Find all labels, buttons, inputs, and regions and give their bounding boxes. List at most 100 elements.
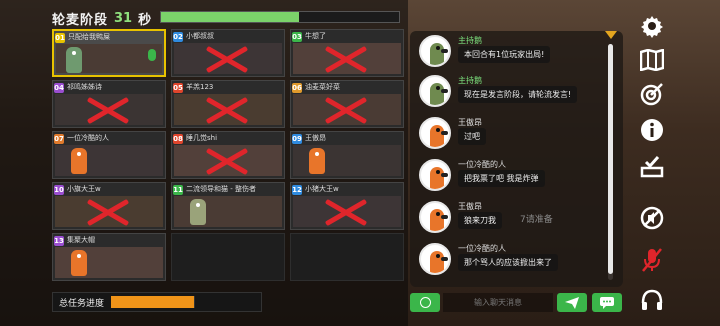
phase-countdown-unit: 秒 [138,12,152,28]
goose-eye [436,46,440,50]
goose-beak [441,89,448,93]
task-progress-label: 总任务进度 [59,298,105,309]
goose-eye [436,254,440,258]
player-slot: 12 小猪大王w [290,182,404,230]
vote-icon [640,156,664,178]
chat-message: 一位冷酷的人 把我票了吧 我是炸弹 [414,159,614,199]
chat-bubble: 现在是发言阶段，请轮流发言! [458,86,578,103]
chat-avatar[interactable] [419,243,451,275]
player-slot: 10 小旗大王w [52,182,166,230]
paper-plane-icon [565,296,579,309]
target-icon [640,83,663,106]
goose-beak [441,131,448,135]
chat-bubble: 把我票了吧 我是炸弹 [458,170,545,187]
eliminated-x-icon [204,146,248,176]
empty-player-slot [171,233,285,281]
chat-sender: 王傲昂 [458,118,482,127]
task-progress-fill [111,296,195,308]
player-number: 01 [55,33,65,43]
player-name: 油麦菜好菜 [305,83,340,91]
chat-avatar[interactable] [419,201,451,233]
collapse-triangle-icon[interactable] [605,31,617,39]
player-slot: 02 小都叔叔 [171,29,285,77]
headphones-icon [641,289,663,310]
player-number: 06 [292,83,302,93]
goose-avatar [66,47,82,73]
goose-eye [436,86,440,90]
settings-button[interactable] [638,12,666,40]
chat-sender: 一位冷酷的人 [458,244,506,253]
speaking-mic-icon [148,49,156,61]
side-toolbar [632,8,672,318]
player-name: 集聚大帽 [67,236,95,244]
info-icon [641,119,663,141]
player-number: 05 [173,83,183,93]
map-button[interactable] [638,46,666,74]
chat-sender: 主持鹅 [458,76,482,85]
player-number: 09 [292,134,302,144]
eliminated-x-icon [85,95,129,125]
goose-eye [196,203,200,207]
microphone-toggle-button[interactable] [638,246,666,274]
goose-eye [436,212,440,216]
chat-avatar[interactable] [419,159,451,191]
ready-notice: 7请准备 [520,215,553,225]
phase-header: 轮麦阶段 31 秒 [52,9,152,28]
vote-button[interactable] [638,152,666,180]
player-name: 羊羔123 [186,83,214,91]
goose-eye [436,170,440,174]
send-button[interactable] [557,293,587,312]
goose-beak [441,173,448,177]
player-name: 二流领导和猫 - 整伤者 [186,185,256,193]
speaker-toggle-button[interactable] [638,204,666,232]
player-slot: 01 只配给我鸭屎 [52,29,166,77]
goose-beak [441,49,448,53]
chat-avatar[interactable] [419,117,451,149]
info-button[interactable] [638,116,666,144]
chat-sender: 王傲昂 [458,202,482,211]
player-number: 03 [292,32,302,42]
player-name: 祁鸣姊姊诗 [67,83,102,91]
quick-chat-button[interactable] [592,293,622,312]
emoji-button[interactable] [410,293,440,312]
phase-countdown: 31 [114,10,133,26]
chat-bubble: 本回合有1位玩家出局! [458,46,551,63]
phase-timer-fill [161,12,300,22]
eliminated-x-icon [85,197,129,227]
mute-speaker-icon [640,206,664,230]
chat-message: 王傲昂 狼来刀我 [414,201,614,241]
goose-avatar [71,148,87,174]
phase-timer-bar [160,11,400,23]
player-slot: 09 王傲昂 [290,131,404,179]
player-name: 小都叔叔 [186,32,214,40]
goose-beak [441,215,448,219]
goose-eye [436,128,440,132]
chat-scrollbar-thumb[interactable] [608,44,613,274]
player-slot: 08 睡几觉shi [171,131,285,179]
player-name: 牛想了 [305,32,326,40]
chat-input[interactable]: 输入聊天消息 [443,293,553,312]
chat-avatar[interactable] [419,75,451,107]
smiley-icon [419,297,431,308]
player-slot: 07 一位冷酷的人 [52,131,166,179]
eliminated-x-icon [323,197,367,227]
player-slot: 03 牛想了 [290,29,404,77]
goose-beak [441,257,448,261]
speech-bubble-icon [600,296,614,309]
task-progress: 总任务进度 [52,292,262,312]
chat-scrollbar[interactable] [608,44,613,280]
player-number: 12 [292,185,302,195]
player-number: 04 [54,83,64,93]
headphones-button[interactable] [638,286,666,314]
player-number: 13 [54,236,64,246]
chat-bubble: 那个骂人的应该掀出来了 [458,254,558,271]
goose-eye [77,152,81,156]
chat-bubble: 过吧 [458,128,486,145]
chat-panel[interactable]: 主持鹅 本回合有1位玩家出局! 主持鹅 现在是发言阶段，请轮流发言! 王傲昂 过吧 一位冷酷… [410,31,623,287]
goose-avatar [71,250,87,276]
task-progress-bar [111,296,195,308]
chat-avatar[interactable] [419,35,451,67]
target-button[interactable] [638,80,666,108]
chat-message-list: 主持鹅 本回合有1位玩家出局! 主持鹅 现在是发言阶段，请轮流发言! 王傲昂 过吧 一位冷酷… [414,35,614,285]
chat-bubble: 狼来刀我 [458,212,502,229]
